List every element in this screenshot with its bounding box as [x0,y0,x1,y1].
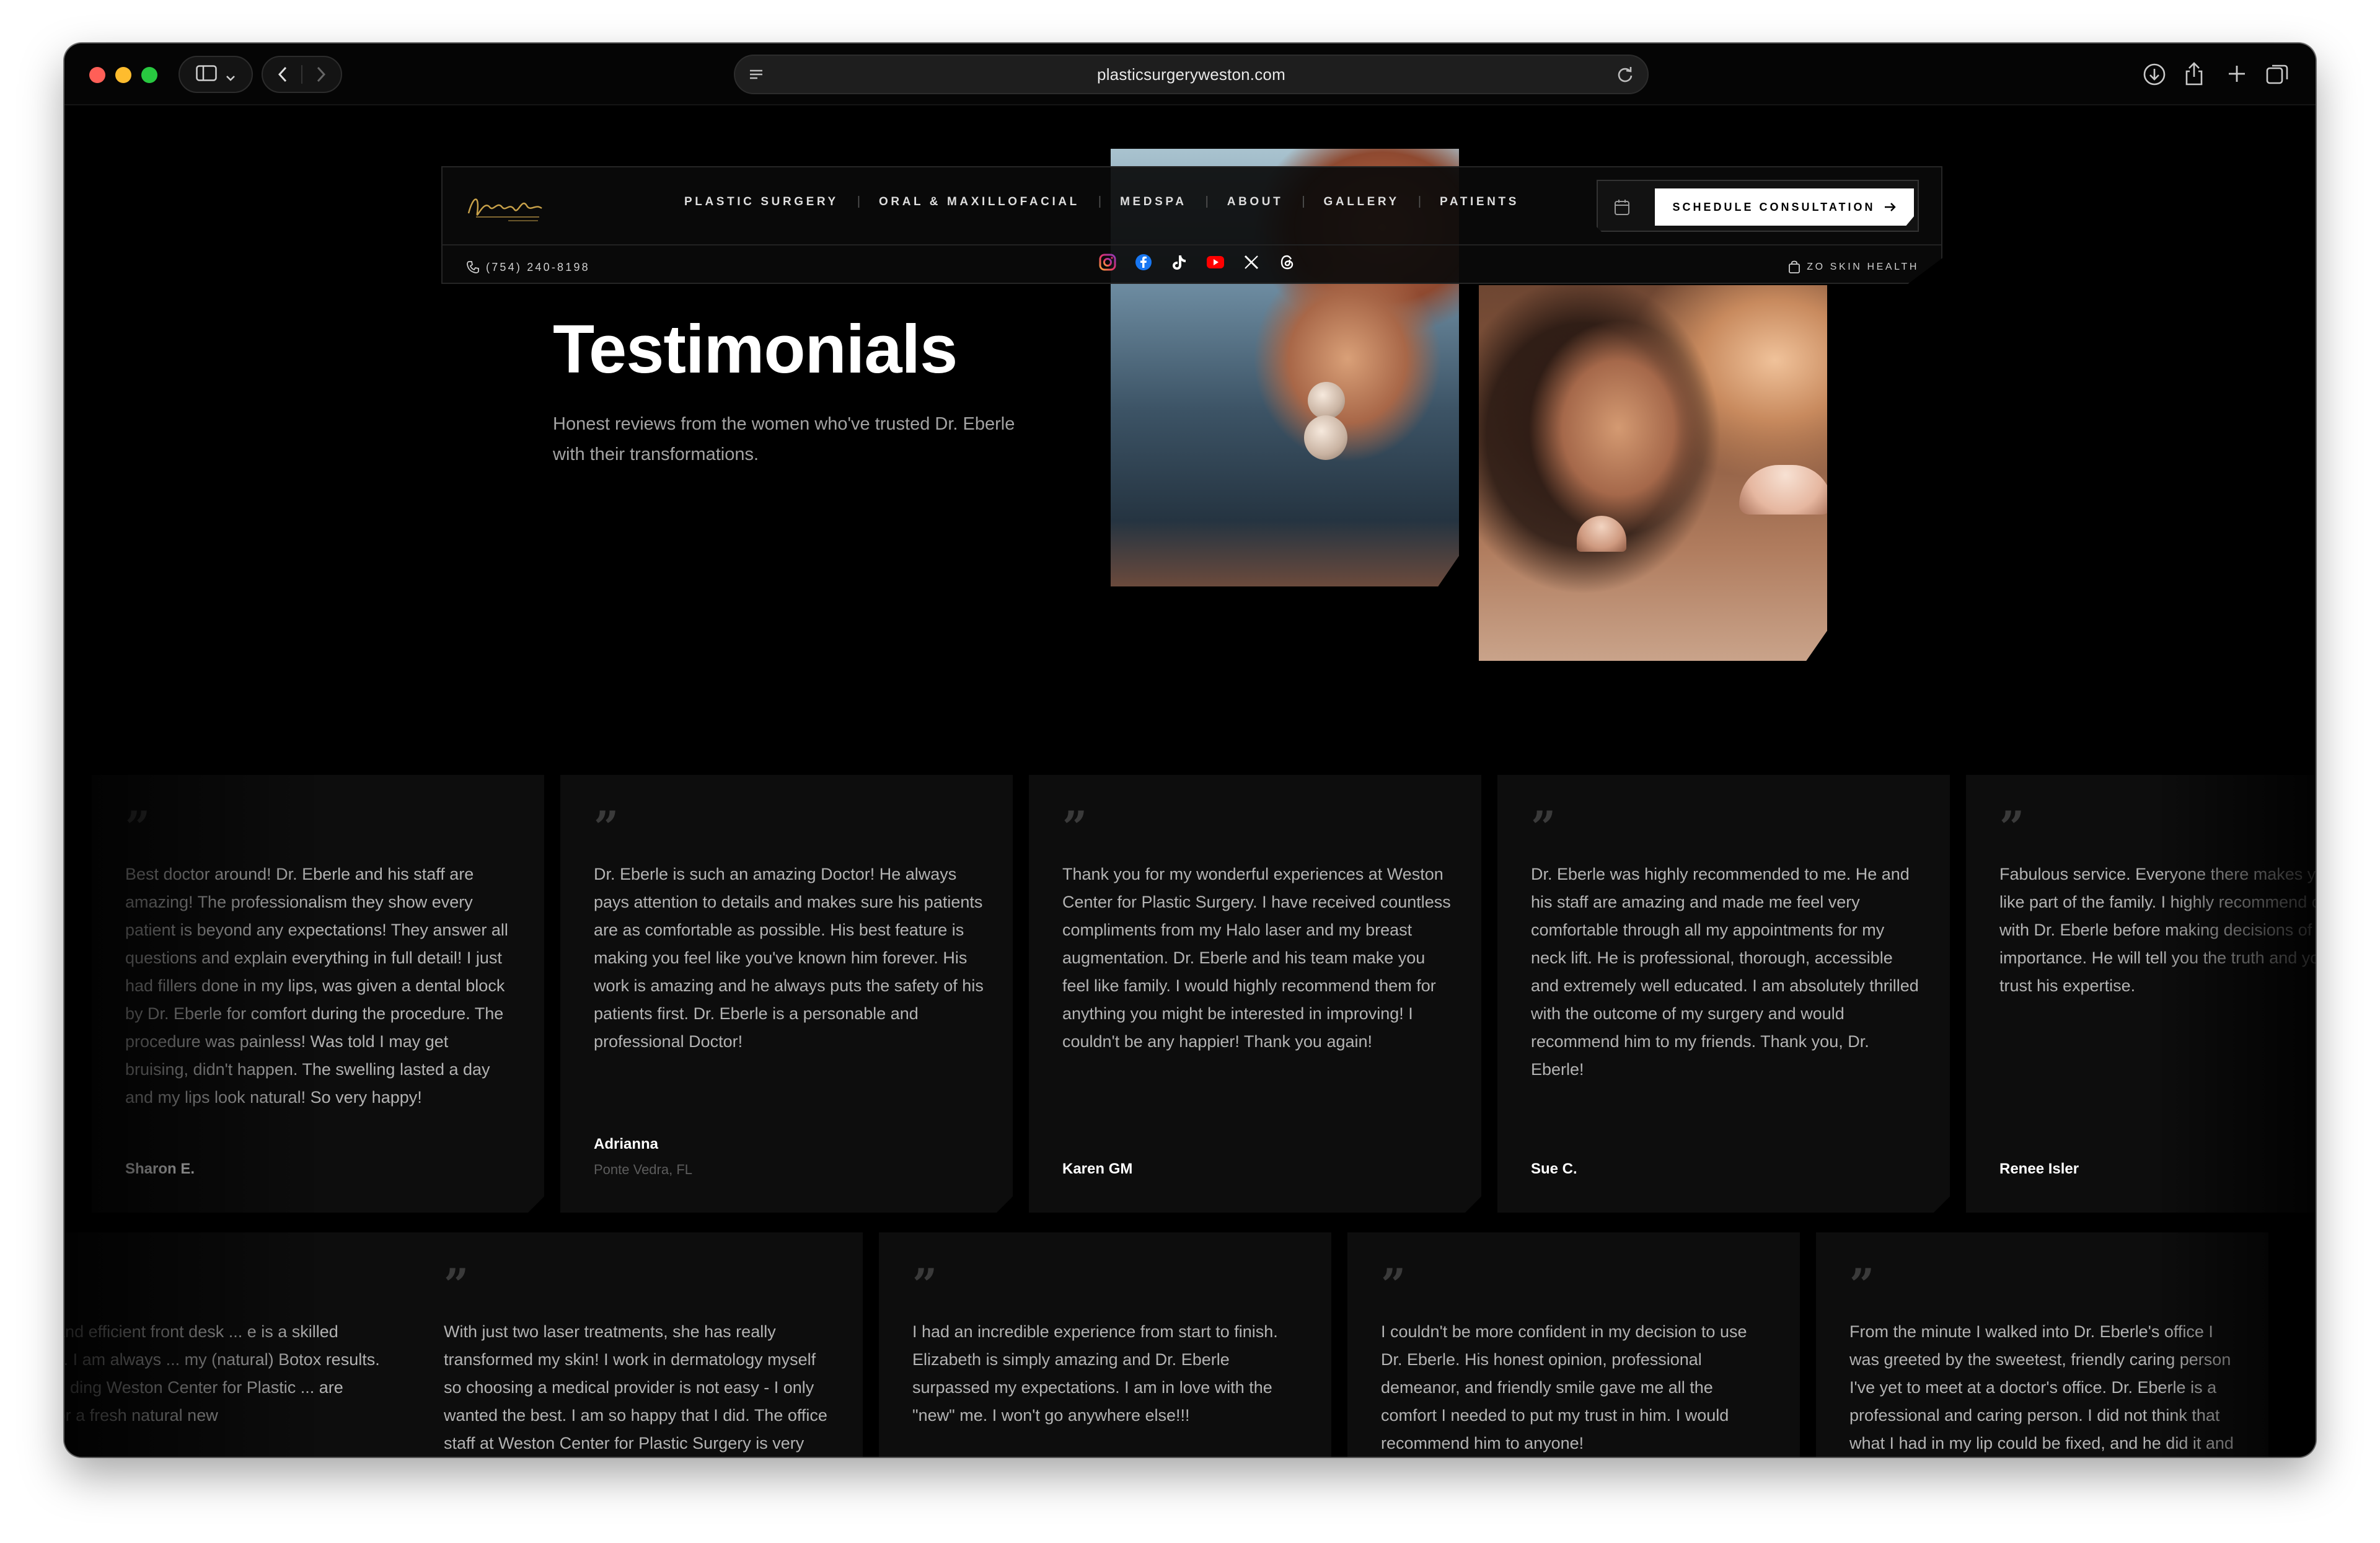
testimonial-location: Ponte Vedra, FL [594,1162,692,1177]
testimonial-card: ” Dr. Eberle was highly recommended to m… [1497,775,1950,1213]
quote-icon: ” [125,802,151,853]
quote-icon: ” [444,1259,469,1311]
testimonial-card: ” With just two laser treatments, she ha… [410,1232,863,1457]
web-page: PLASTIC SURGERY | ORAL & MAXILLOFACIAL |… [64,105,2316,1457]
testimonial-text: Thank you for my wonderful experiences a… [1062,865,1451,1051]
share-icon[interactable] [2183,60,2205,87]
reload-icon[interactable] [1616,66,1634,86]
minimize-window-button[interactable] [115,67,131,83]
testimonial-card: ” I couldn't be more confident in my dec… [1347,1232,1800,1457]
quote-icon: ” [1849,1259,1875,1311]
address-bar[interactable]: plasticsurgeryweston.com [734,55,1649,94]
page-menu-icon[interactable] [749,68,764,84]
browser-window: plasticsurgeryweston.com PLASTIC SURGERY… [64,43,2316,1457]
close-window-button[interactable] [89,67,105,83]
quote-icon: ” [1531,802,1556,853]
download-icon[interactable] [2142,62,2167,87]
testimonial-card: ” Thank you for my wonderful experiences… [1029,775,1481,1213]
testimonial-text: With just two laser treatments, she has … [444,1322,827,1452]
testimonial-card: ” Dr. Eberle is such an amazing Doctor! … [560,775,1013,1213]
testimonial-card: ” friendly, and efficient front desk ...… [64,1232,413,1457]
quote-icon: ” [912,1259,938,1311]
testimonial-card: ” From the minute I walked into Dr. Eber… [1816,1232,2268,1457]
chevron-left-icon [278,66,287,82]
forward-button[interactable] [302,66,340,82]
quote-icon: ” [594,802,619,853]
testimonial-text: Fabulous service. Everyone there makes y… [1999,865,2316,995]
sidebar-toggle-button[interactable] [178,56,253,93]
testimonial-text: Best doctor around! Dr. Eberle and his s… [125,865,508,1107]
url-text: plasticsurgeryweston.com [1097,64,1285,84]
testimonial-card: ” Fabulous service. Everyone there makes… [1966,775,2316,1213]
sidebar-icon [196,63,217,86]
testimonials-section: ” Best doctor around! Dr. Eberle and his… [64,105,2316,1457]
testimonial-text: friendly, and efficient front desk ... e… [64,1322,380,1425]
new-tab-icon[interactable] [2226,63,2247,84]
testimonial-author: Adrianna [594,1136,659,1152]
testimonial-author: Karen GM [1062,1161,1133,1177]
browser-toolbar: plasticsurgeryweston.com [64,43,2316,105]
back-button[interactable] [264,66,301,82]
quote-icon: ” [1062,802,1088,853]
chevron-down-icon [226,63,236,86]
testimonial-text: Dr. Eberle was highly recommended to me.… [1531,865,1919,1079]
testimonial-text: From the minute I walked into Dr. Eberle… [1849,1322,2234,1452]
testimonial-text: I had an incredible experience from star… [912,1322,1278,1425]
testimonial-author: Sue C. [1531,1161,1577,1177]
testimonial-card: ” Best doctor around! Dr. Eberle and his… [92,775,544,1213]
testimonial-author: Sharon E. [125,1161,195,1177]
chevron-right-icon [317,66,325,82]
testimonial-card: ” I had an incredible experience from st… [879,1232,1331,1457]
zoom-window-button[interactable] [141,67,157,83]
quote-icon: ” [1381,1259,1406,1311]
testimonial-author: Renee Isler [1999,1161,2079,1177]
testimonial-text: Dr. Eberle is such an amazing Doctor! He… [594,865,984,1051]
quote-icon: ” [1999,802,2025,853]
tab-overview-icon[interactable] [2265,62,2290,87]
testimonial-text: I couldn't be more confident in my decis… [1381,1322,1747,1452]
history-nav-group [262,56,342,93]
